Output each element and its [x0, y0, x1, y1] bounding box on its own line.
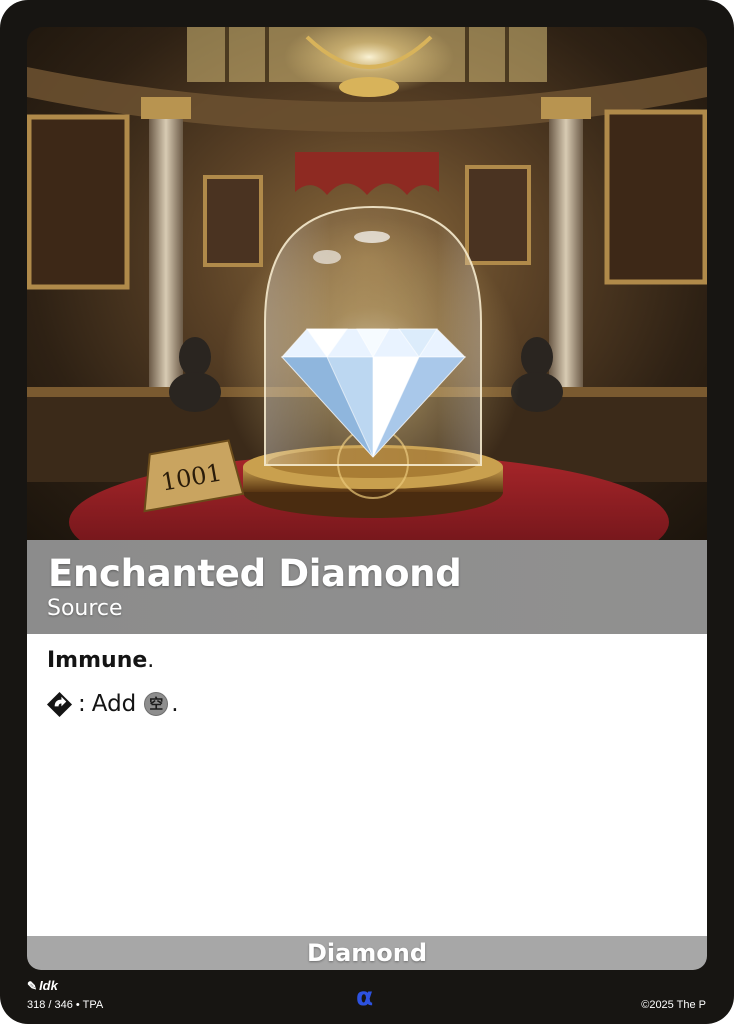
set-symbol-icon: α — [356, 982, 374, 1011]
keyword-immune: Immune — [47, 648, 148, 673]
brush-icon: ✎ — [27, 978, 38, 993]
rules-text-box: Immune. : Add 空 . — [27, 634, 707, 936]
subtype-label: Diamond — [306, 939, 428, 967]
ability-colon: : — [78, 691, 86, 717]
subtype-bar: Diamond — [27, 936, 707, 970]
mana-symbol-icon: 空 — [144, 692, 169, 716]
tap-diamond-icon — [46, 691, 73, 717]
ability-text: Add — [91, 691, 137, 717]
card-name: Enchanted Diamond — [48, 552, 462, 595]
collector-number: 318 / 346 • TPA — [27, 999, 104, 1011]
ability-period: . — [171, 691, 179, 717]
keyword-line: Immune. — [47, 648, 154, 673]
card-artwork: 1001 — [27, 27, 707, 540]
artist-credit: ✎ Idk — [27, 978, 58, 993]
keyword-period: . — [147, 648, 155, 673]
card-type-line: Source — [47, 596, 123, 621]
card: 1001 Enchanted Diamond Source Immune. : … — [0, 0, 734, 1024]
artist-name: Idk — [39, 978, 58, 993]
artwork-illustration: 1001 — [27, 27, 707, 540]
title-band: Enchanted Diamond Source — [27, 540, 707, 634]
copyright-text: ©2025 The P — [641, 999, 706, 1011]
ability-line: : Add 空 . — [46, 688, 179, 720]
